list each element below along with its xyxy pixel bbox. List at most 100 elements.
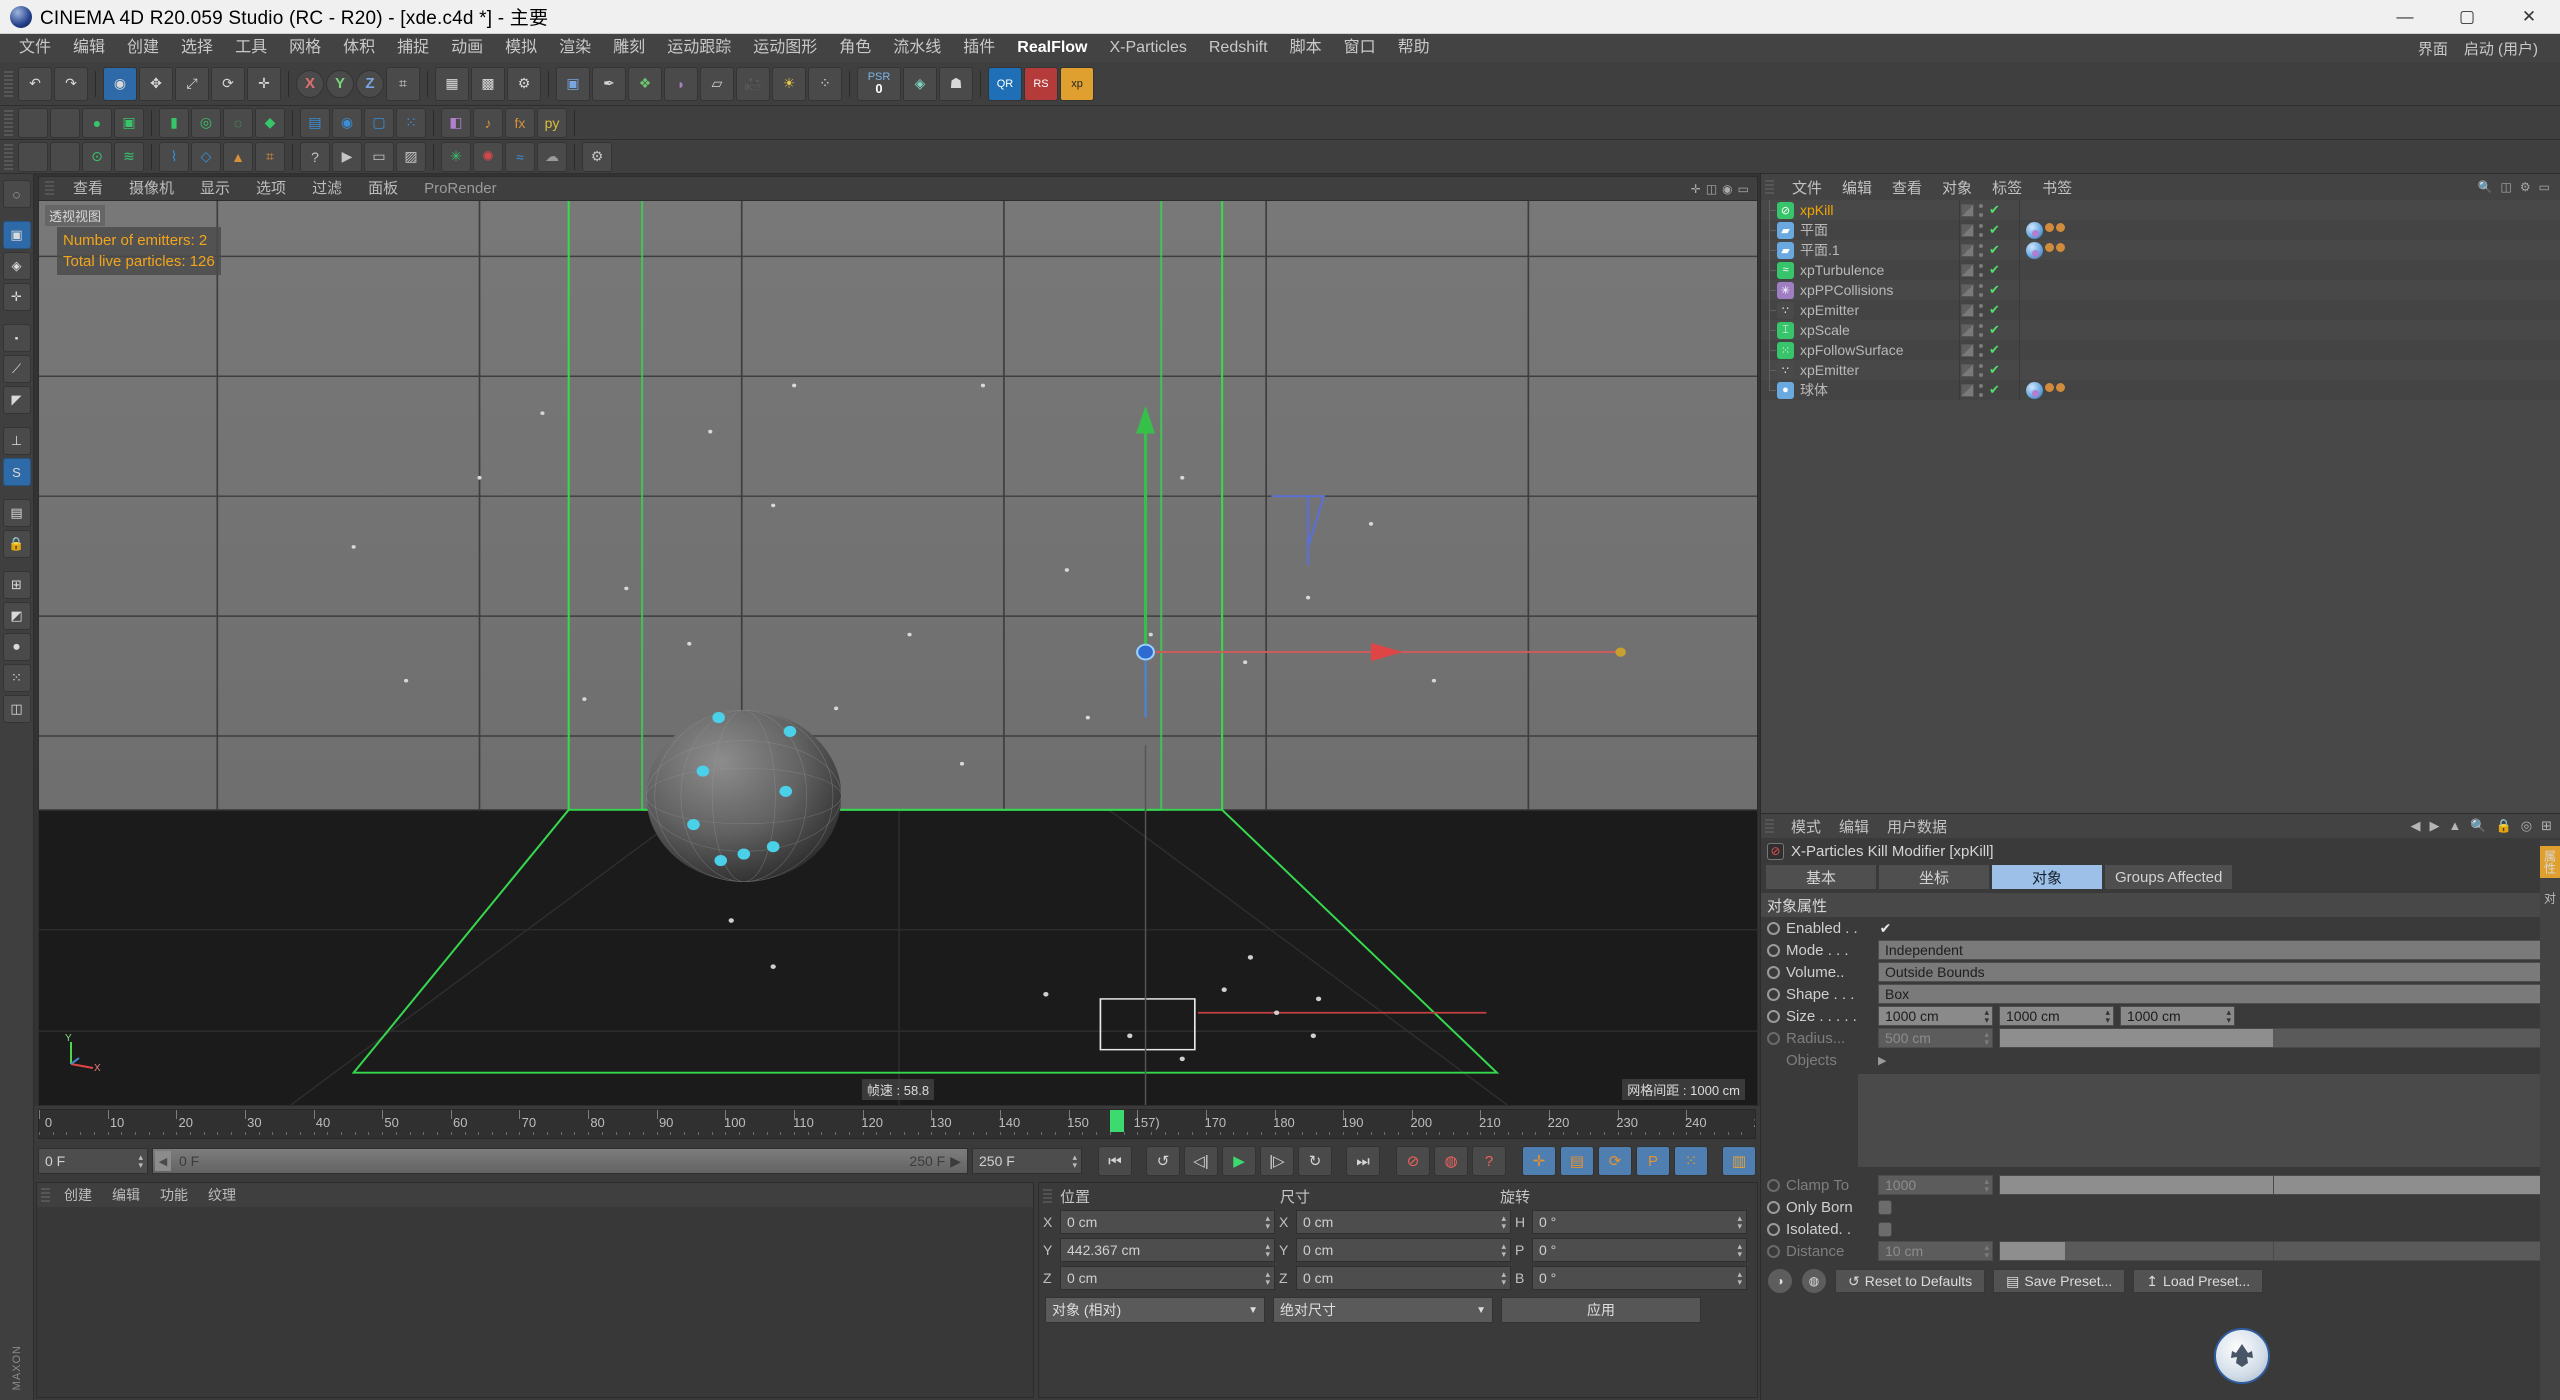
size-x-field[interactable]: 1000 cm ▴▾ [1878, 1006, 1993, 1026]
menu-item-[interactable]: 雕刻 [602, 34, 656, 62]
enabled-checkbox[interactable]: ✔ [1878, 921, 1893, 936]
cache-icon[interactable]: ▭ [364, 142, 394, 172]
back-arrow-icon[interactable]: ◀ [2411, 818, 2421, 834]
target-icon[interactable]: ◎ [2521, 818, 2532, 834]
visibility-dots-icon[interactable] [1979, 304, 1984, 317]
object-name[interactable]: xpPPCollisions [1800, 282, 1893, 298]
maximize-button[interactable]: ▢ [2436, 0, 2498, 34]
position-z-input[interactable]: 0 cm ▴▾ [1060, 1266, 1275, 1290]
spinner-icon[interactable]: ▴▾ [1984, 1030, 1989, 1046]
object-list[interactable]: ⊘xpKill✔▰平面✔▰平面.1✔≈xpTurbulence✔✳xpPPCol… [1761, 200, 2560, 813]
floor-button[interactable]: ▱ [700, 67, 734, 101]
move-tool-button[interactable]: ✥ [139, 67, 173, 101]
render-region-button[interactable]: ▩ [471, 67, 505, 101]
autokey-button[interactable]: ◍ [1434, 1146, 1468, 1176]
search-icon[interactable]: 🔍 [2470, 818, 2486, 834]
navigation-gizmo[interactable] [2214, 1328, 2270, 1384]
step-back-button[interactable]: ◁| [1184, 1146, 1218, 1176]
enable-checkmark-icon[interactable]: ✔ [1989, 282, 2000, 298]
spawn-icon[interactable]: ✳ [441, 142, 471, 172]
axis-x-lock[interactable]: X [296, 70, 324, 98]
object-menu-tags[interactable]: 标签 [1982, 177, 2032, 198]
xpresso-tag-icon[interactable] [2045, 243, 2054, 252]
menu-item-[interactable]: 流水线 [882, 34, 952, 62]
object-name[interactable]: 平面.1 [1800, 240, 1840, 260]
render-settings-button[interactable]: ⚙ [507, 67, 541, 101]
explode-icon[interactable]: ✺ [473, 142, 503, 172]
layer-color-swatch[interactable] [1961, 204, 1974, 217]
skinner-icon[interactable]: ◇ [191, 142, 221, 172]
box-field-icon[interactable]: ▢ [364, 108, 394, 138]
object-name[interactable]: xpTurbulence [1800, 262, 1884, 278]
menu-item-[interactable]: 角色 [828, 34, 882, 62]
modifier-icon[interactable]: ⊙ [82, 142, 112, 172]
menu-item-[interactable]: 工具 [224, 34, 278, 62]
spinner-icon[interactable]: ▴▾ [2105, 1008, 2110, 1024]
rotate-tool-button[interactable]: ⟳ [211, 67, 245, 101]
enabled-knob-icon[interactable] [1767, 922, 1780, 935]
end-frame-field[interactable]: 250 F ▴▾ [972, 1148, 1082, 1174]
size-knob-icon[interactable] [1767, 1010, 1780, 1023]
material-list[interactable] [37, 1207, 1033, 1397]
enable-checkmark-icon[interactable]: ✔ [1989, 322, 2000, 338]
menu-item-[interactable]: 网格 [278, 34, 332, 62]
object-menu-view[interactable]: 查看 [1882, 177, 1932, 198]
camera-button[interactable]: 🎥 [736, 67, 770, 101]
position-y-input[interactable]: 442.367 cm ▴▾ [1060, 1238, 1275, 1262]
settings-icon[interactable]: ⚙ [582, 142, 612, 172]
object-name[interactable]: 平面 [1800, 220, 1828, 240]
redo-button[interactable]: ↷ [54, 67, 88, 101]
timeline-playhead[interactable] [1110, 1110, 1124, 1132]
menu-item-[interactable]: 选择 [170, 34, 224, 62]
xpresso-tag-icon[interactable] [2056, 243, 2065, 252]
object-row[interactable]: ∵xpEmitter✔ [1761, 300, 2560, 320]
position-z-spinner-icon[interactable]: ▴▾ [1265, 1270, 1270, 1286]
animate-knob-icon[interactable]: ◍ [1801, 1268, 1827, 1294]
rotation-h-spinner-icon[interactable]: ▴▾ [1737, 1214, 1742, 1230]
forward-arrow-icon[interactable]: ▶ [2430, 818, 2440, 834]
size-x-input[interactable]: 0 cm ▴▾ [1296, 1210, 1511, 1234]
spinner-icon[interactable]: ▴▾ [1984, 1177, 1989, 1193]
object-row[interactable]: ●球体✔ [1761, 380, 2560, 400]
menu-item-redshift[interactable]: Redshift [1198, 34, 1279, 62]
size-z-spinner-icon[interactable]: ▴▾ [1501, 1270, 1506, 1286]
menu-item-x-particles[interactable]: X-Particles [1099, 34, 1198, 62]
visibility-dots-icon[interactable] [1979, 244, 1984, 257]
timeline-ruler[interactable]: 0102030405060708090100110120130140150157… [38, 1109, 1756, 1139]
enable-checkmark-icon[interactable]: ✔ [1989, 222, 2000, 238]
visibility-dots-icon[interactable] [1979, 364, 1984, 377]
viewport-menu-prorender[interactable]: ProRender [412, 177, 509, 201]
tab-object[interactable]: 对象 [1991, 864, 2103, 890]
isolated-checkbox[interactable] [1878, 1222, 1892, 1237]
layer-color-swatch[interactable] [1961, 324, 1974, 337]
layer-color-swatch[interactable] [1961, 244, 1974, 257]
menu-item-[interactable]: 帮助 [1387, 34, 1441, 62]
enable-checkmark-icon[interactable]: ✔ [1989, 202, 2000, 218]
mode-dropdown[interactable]: Independent ▼ [1878, 940, 2560, 960]
size-y-field[interactable]: 1000 cm ▴▾ [1999, 1006, 2114, 1026]
point-mode-icon[interactable]: ⬝ [3, 324, 31, 352]
emitter-icon[interactable]: ✦ [18, 142, 48, 172]
attr-menu-mode[interactable]: 模式 [1782, 816, 1830, 837]
clamp-slider[interactable] [1999, 1175, 2546, 1195]
workplane-icon[interactable]: ▤ [3, 499, 31, 527]
material-menu-create[interactable]: 创建 [55, 1185, 101, 1205]
question-icon[interactable]: ? [300, 142, 330, 172]
object-axis-icon[interactable]: ✛ [3, 283, 31, 311]
position-x-spinner-icon[interactable]: ▴▾ [1265, 1214, 1270, 1230]
snap-settings-icon[interactable]: S [3, 458, 31, 486]
object-name[interactable]: xpEmitter [1800, 362, 1859, 378]
rotation-p-input[interactable]: 0 ° ▴▾ [1532, 1238, 1747, 1262]
layer-color-swatch[interactable] [1961, 304, 1974, 317]
side-tab-attributes[interactable]: 属性 [2540, 846, 2560, 878]
viewport-close-icon[interactable]: ▭ [1738, 182, 1749, 196]
enable-axis-icon[interactable]: ⊥ [3, 427, 31, 455]
mograph-button[interactable]: ⁘ [808, 67, 842, 101]
object-menu-objects[interactable]: 对象 [1932, 177, 1982, 198]
python-field-icon[interactable]: py [537, 108, 567, 138]
axis-z-lock[interactable]: Z [356, 70, 384, 98]
keyframe-selection-button[interactable]: ? [1472, 1146, 1506, 1176]
range-left-handle[interactable]: ◀ [155, 1151, 171, 1171]
world-coord-button[interactable]: ⌗ [386, 67, 420, 101]
uv-polygon-icon[interactable]: ◩ [3, 602, 31, 630]
